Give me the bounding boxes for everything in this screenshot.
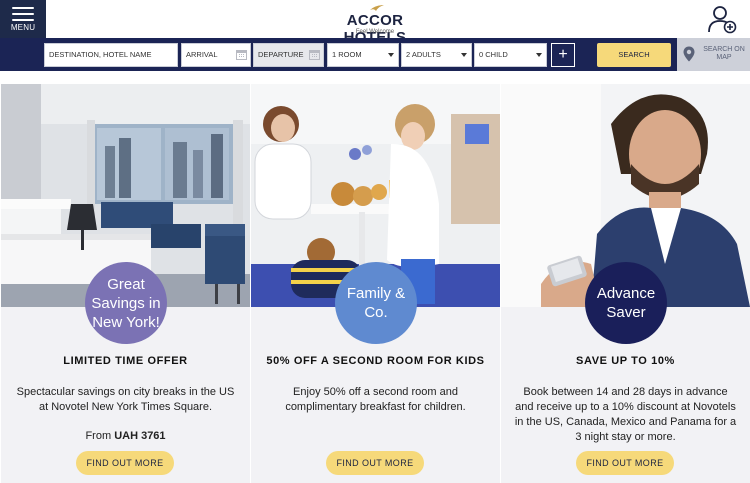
price-value: UAH 3761 [114, 430, 166, 442]
rooms-select[interactable]: 1 ROOM [327, 43, 399, 67]
calendar-icon [309, 50, 320, 60]
arrival-date-field[interactable]: ARRIVAL [181, 43, 251, 67]
search-button[interactable]: SEARCH [597, 43, 671, 67]
offer-title: LIMITED TIME OFFER [63, 355, 188, 367]
calendar-icon [236, 50, 247, 60]
search-on-map-button[interactable]: SEARCH ON MAP [677, 38, 750, 71]
destination-input[interactable]: DESTINATION, HOTEL NAME [44, 43, 178, 67]
map-pin-icon [683, 46, 695, 62]
offer-title: SAVE UP TO 10% [576, 355, 675, 367]
brand-logo[interactable]: ACCOR HOTELS Feel Welcome [315, 4, 435, 46]
departure-date-field[interactable]: DEPARTURE [253, 43, 324, 67]
chevron-down-icon [536, 53, 542, 57]
offer-price: From UAH 3761 [1, 430, 250, 442]
search-on-map-label: SEARCH ON MAP [703, 46, 745, 61]
logo-bird-icon [370, 5, 384, 11]
find-out-more-button[interactable]: FIND OUT MORE [326, 451, 424, 475]
find-out-more-button[interactable]: FIND OUT MORE [76, 451, 174, 475]
offer-description: Enjoy 50% off a second room and complime… [285, 386, 466, 413]
account-add-icon[interactable] [706, 4, 738, 34]
offers-grid: Great Savings in New York! LIMITED TIME … [0, 84, 750, 483]
children-value: 0 CHILD [479, 50, 508, 59]
offer-description: Book between 14 and 28 days in advance a… [514, 386, 737, 443]
find-out-more-button[interactable]: FIND OUT MORE [576, 451, 674, 475]
menu-button[interactable]: MENU [0, 0, 46, 38]
offer-card-advance-saver[interactable]: Advance Saver SAVE UP TO 10% Book betwee… [501, 84, 750, 483]
add-room-button[interactable]: + [551, 43, 575, 67]
adults-select[interactable]: 2 ADULTS [401, 43, 472, 67]
price-prefix: From [85, 430, 112, 442]
rooms-value: 1 ROOM [332, 50, 362, 59]
brand-tagline: Feel Welcome [355, 29, 395, 35]
offer-card-new-york[interactable]: Great Savings in New York! LIMITED TIME … [1, 84, 250, 483]
offer-description: Spectacular savings on city breaks in th… [16, 386, 235, 413]
offer-badge: Family & Co. [335, 262, 417, 344]
chevron-down-icon [388, 53, 394, 57]
offer-badge: Advance Saver [585, 262, 667, 344]
chevron-down-icon [461, 53, 467, 57]
departure-label: DEPARTURE [258, 50, 304, 59]
offer-card-family[interactable]: Family & Co. 50% OFF A SECOND ROOM FOR K… [251, 84, 500, 483]
arrival-label: ARRIVAL [186, 50, 218, 59]
adults-value: 2 ADULTS [406, 50, 441, 59]
offer-title: 50% OFF A SECOND ROOM FOR KIDS [266, 355, 485, 367]
menu-label: MENU [10, 23, 36, 32]
children-select[interactable]: 0 CHILD [474, 43, 547, 67]
site-header: MENU ACCOR HOTELS Feel Welcome [0, 0, 750, 46]
offer-badge: Great Savings in New York! [85, 262, 167, 344]
